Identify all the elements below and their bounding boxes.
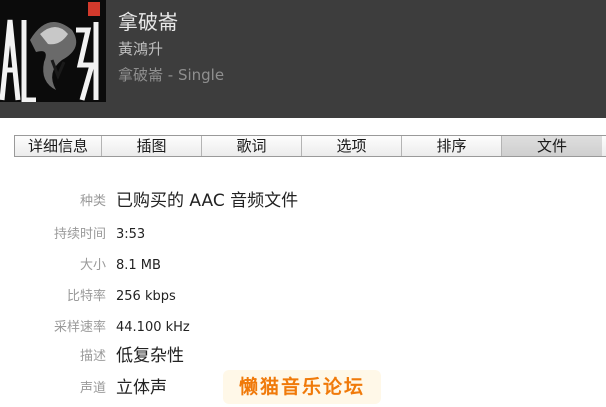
channels-label: 声道 — [79, 381, 106, 396]
kind-row: 种类 已购买的 AAC 音频文件 — [0, 189, 606, 213]
bitrate-row: 比特率 256 kbps — [0, 284, 606, 308]
description-label: 描述 — [79, 349, 106, 364]
album-artwork — [0, 0, 106, 102]
kind-label: 种类 — [79, 194, 106, 209]
forum-watermark: 懒猫音乐论坛 — [223, 370, 381, 404]
description-value: 低复杂性 — [116, 346, 184, 366]
tab-options[interactable]: 选项 — [302, 136, 402, 156]
tab-file[interactable]: 文件 — [502, 136, 602, 156]
channels-value: 立体声 — [116, 378, 167, 398]
duration-label: 持续时间 — [53, 227, 106, 242]
samplerate-row: 采样速率 44.100 kHz — [0, 315, 606, 339]
track-header: 拿破崙 黃鴻升 拿破崙 - Single — [0, 0, 606, 118]
duration-row: 持续时间 3:53 — [0, 222, 606, 246]
tab-details[interactable]: 详细信息 — [15, 136, 102, 156]
info-tabbar: 详细信息 插图 歌词 选项 排序 文件 — [14, 135, 606, 157]
kind-value: 已购买的 AAC 音频文件 — [116, 191, 299, 211]
tab-lyrics[interactable]: 歌词 — [202, 136, 302, 156]
size-value: 8.1 MB — [116, 258, 161, 273]
bitrate-value: 256 kbps — [116, 289, 176, 304]
bitrate-label: 比特率 — [66, 289, 106, 304]
track-artist: 黃鴻升 — [118, 40, 164, 58]
size-label: 大小 — [79, 258, 106, 273]
track-title: 拿破崙 — [118, 10, 178, 34]
tab-sorting[interactable]: 排序 — [402, 136, 502, 156]
album-artwork-graphic — [0, 0, 106, 102]
size-row: 大小 8.1 MB — [0, 253, 606, 277]
tab-artwork[interactable]: 插图 — [102, 136, 202, 156]
duration-value: 3:53 — [116, 227, 146, 242]
samplerate-label: 采样速率 — [53, 320, 106, 335]
description-row: 描述 低复杂性 — [0, 344, 606, 368]
track-album: 拿破崙 - Single — [118, 66, 225, 84]
samplerate-value: 44.100 kHz — [116, 320, 190, 335]
